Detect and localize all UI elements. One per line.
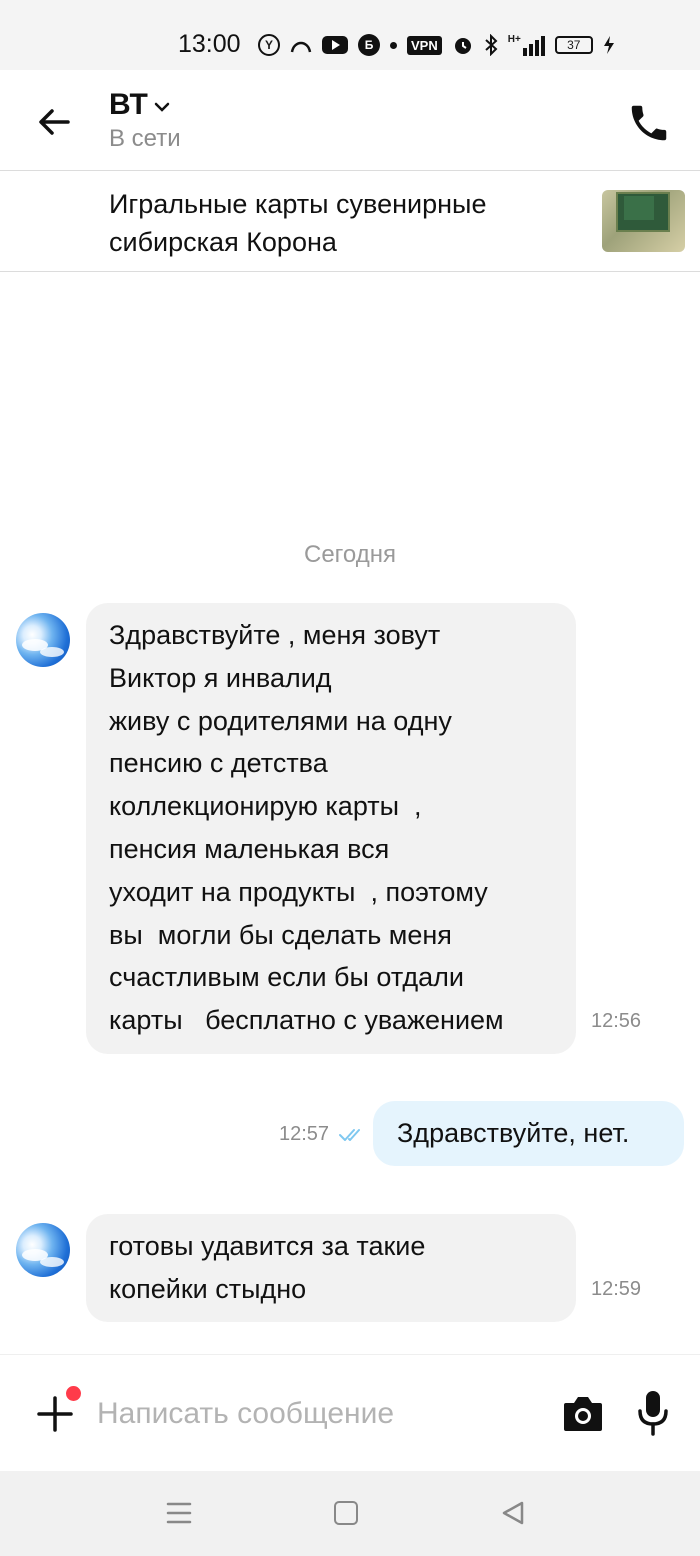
outgoing-message-bubble[interactable]: Здравствуйте, нет. [373,1101,684,1166]
bluetooth-icon [485,34,498,56]
message-line: Виктор я инвалид [109,662,332,693]
microphone-icon[interactable] [636,1389,670,1437]
y-circle-icon: Y [258,34,280,56]
charging-icon [603,36,614,54]
message-line: Здравствуйте , меня зовут [109,620,441,650]
home-button-icon[interactable] [334,1501,358,1525]
back-button[interactable] [34,102,74,142]
dot-icon [390,41,397,49]
message-line: живу с родителями на одну [109,705,452,736]
arc-icon [290,41,312,53]
status-time: 13:00 [178,30,241,58]
message-text: Здравствуйте, нет. [397,1118,630,1148]
attach-plus-button[interactable] [36,1395,74,1433]
status-icons: Y Б VPN H+ 37 [258,30,615,60]
message-line: коллекционирую карты , [109,791,422,822]
message-line: уходит на продукты , поэтому [109,876,488,907]
incoming-message-bubble[interactable]: готовы удавится за такие копейки стыдно [86,1214,576,1322]
message-line: копейки стыдно [109,1273,307,1304]
system-nav-bar [0,1471,700,1556]
chat-header: ВТ В сети [0,70,700,171]
vpn-icon: VPN [407,35,442,55]
listing-title[interactable]: Игральные карты сувенирные сибирская Кор… [109,185,579,261]
incoming-message-bubble[interactable]: Здравствуйте , меня зовут Виктор я инвал… [86,603,576,1054]
message-line: вы могли бы сделать меня [109,919,452,950]
recent-apps-icon[interactable] [166,1501,192,1525]
b-circle-icon: Б [358,34,380,56]
chevron-down-icon[interactable] [153,100,171,114]
message-line: готовы удавится за такие [109,1231,426,1261]
phone-icon[interactable] [626,100,672,146]
sender-avatar[interactable] [16,613,70,667]
listing-thumbnail[interactable] [602,190,685,252]
message-composer [0,1354,700,1471]
notification-dot [66,1386,81,1401]
contact-status: В сети [109,125,181,152]
listing-card[interactable]: Игральные карты сувенирные сибирская Кор… [0,171,700,272]
back-triangle-icon[interactable] [500,1500,526,1526]
message-line: карты бесплатно с уважением [109,1005,504,1036]
sender-avatar[interactable] [16,1223,70,1277]
signal-icon: H+ [508,34,545,56]
date-separator: Сегодня [304,541,396,568]
status-bar: 13:00 Y Б VPN H+ 37 [0,0,700,70]
message-line: пенсия маленькая вся [109,833,390,864]
message-line: счастливым если бы отдали [109,962,464,993]
battery-icon: 37 [554,36,593,54]
message-line: пенсию с детства [109,748,328,779]
read-receipt-icon [339,1129,360,1141]
camera-icon[interactable] [562,1393,604,1433]
contact-name[interactable]: ВТ [109,88,148,122]
alarm-icon [454,38,471,54]
message-time: 12:59 [591,1278,642,1300]
message-time: 12:57 [279,1123,330,1145]
message-input[interactable] [97,1389,537,1439]
message-time: 12:56 [591,1010,642,1032]
youtube-icon [322,36,348,54]
